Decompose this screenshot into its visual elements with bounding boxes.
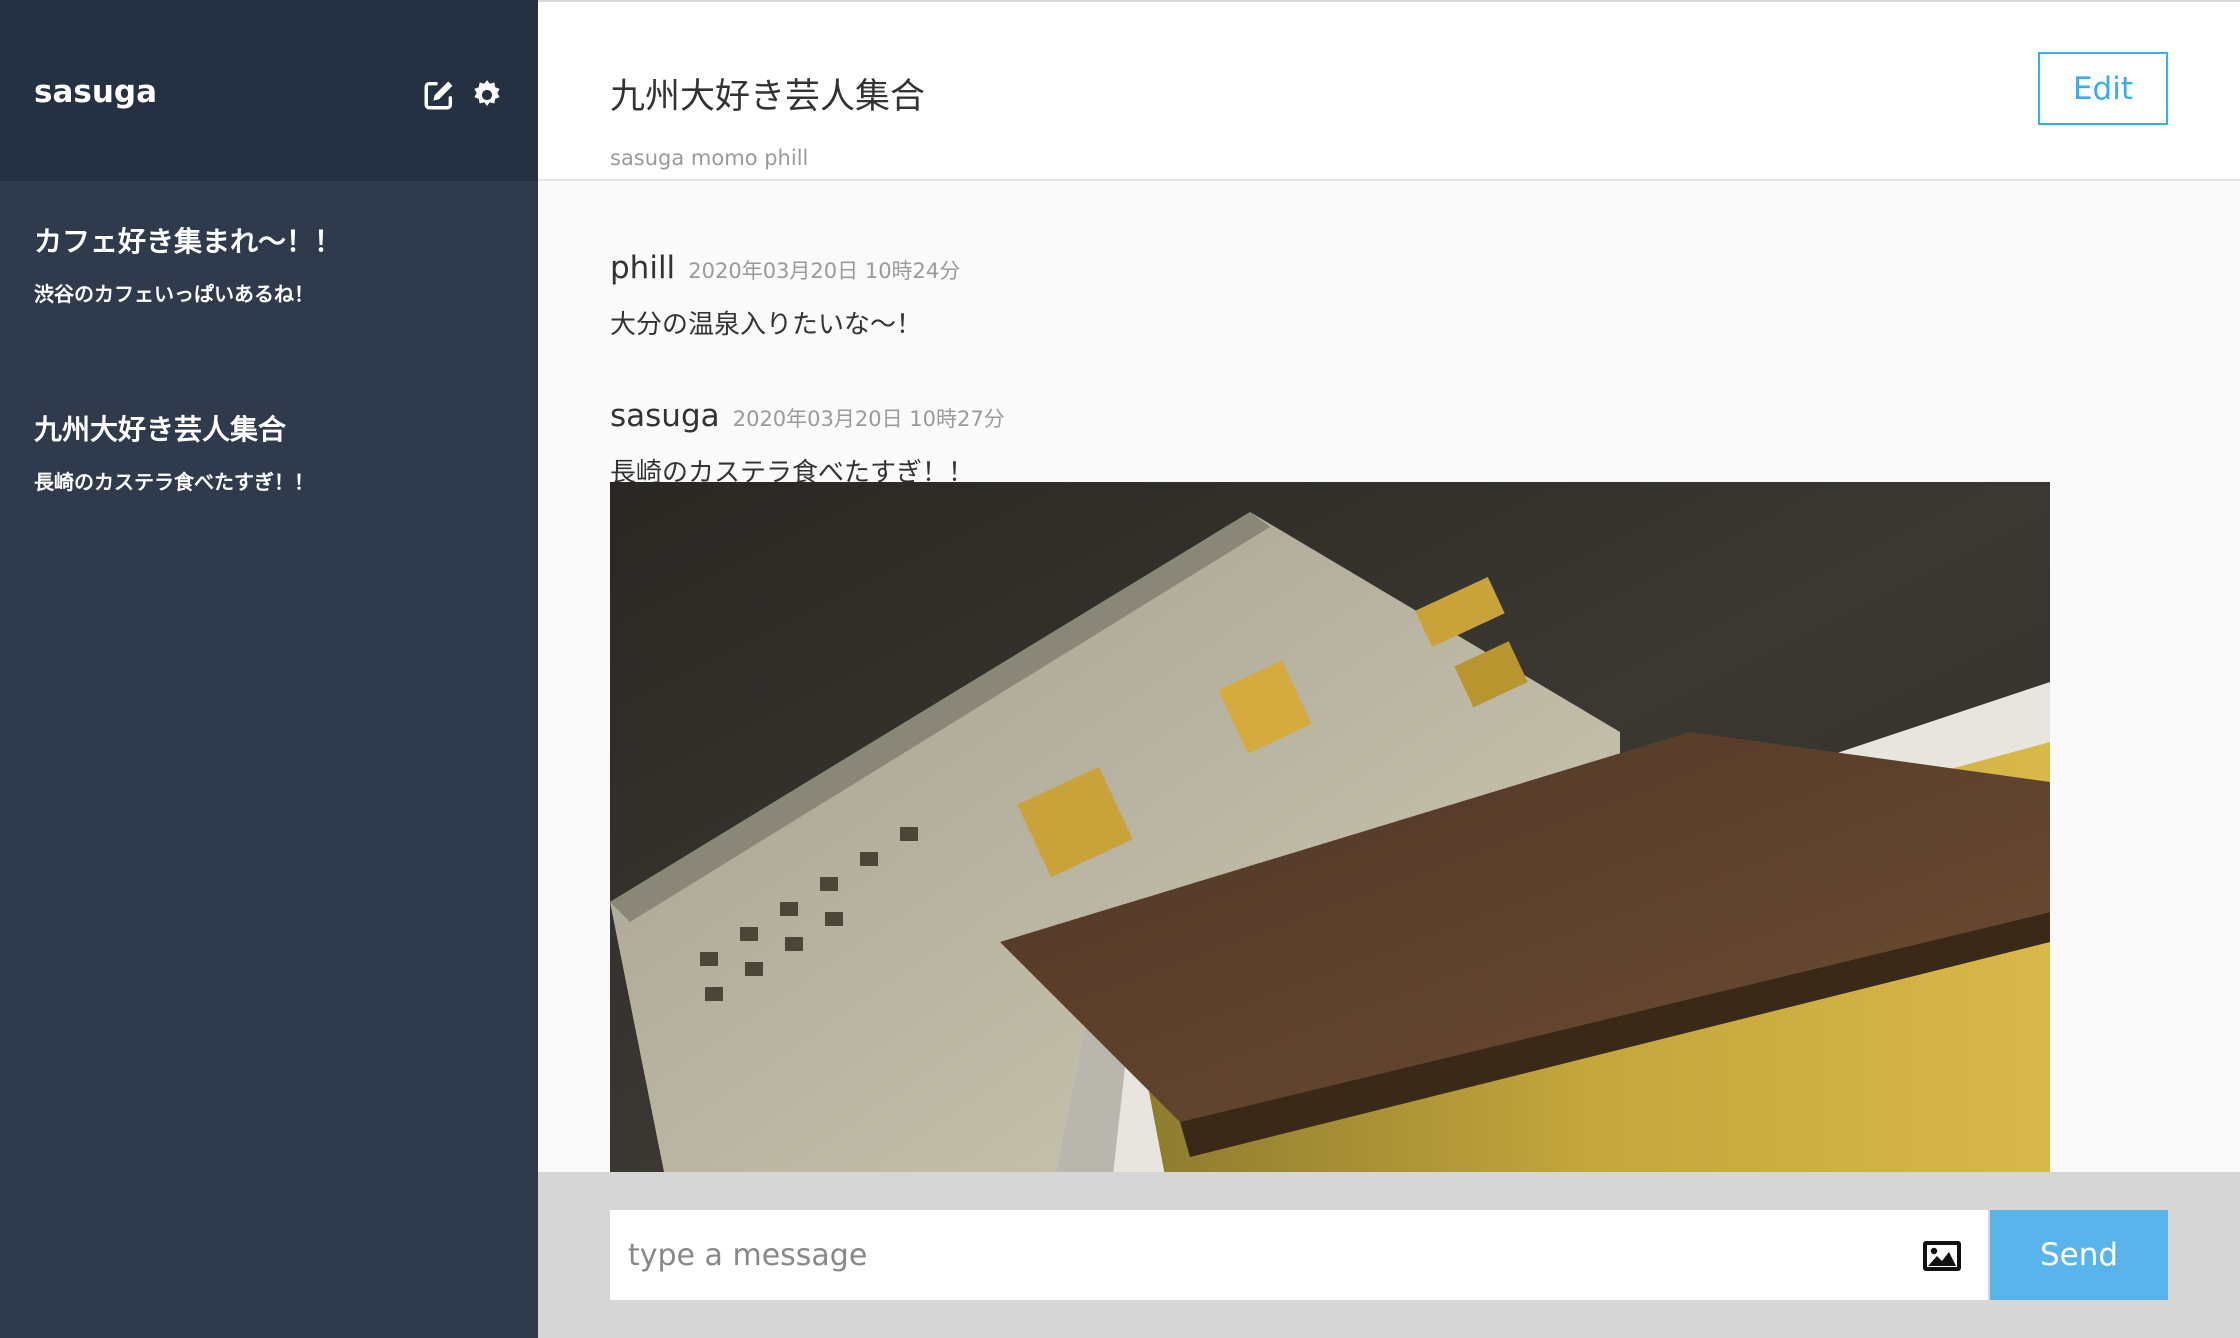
sidebar-header: sasuga (0, 0, 538, 181)
message-item: sasuga 2020年03月20日 10時27分 長崎のカステラ食べたすぎ！！ (610, 398, 2050, 489)
group-name: 九州大好き芸人集合 (34, 413, 287, 446)
message-input-wrapper (610, 1210, 1988, 1300)
message-text: 大分の温泉入りたいな〜！ (610, 310, 923, 340)
message-user: sasuga (610, 398, 720, 434)
group-last-message: 渋谷のカフェいっぱいあるね！ (34, 282, 314, 306)
edit-icon[interactable] (422, 78, 456, 112)
sidebar: sasuga カフェ好き集まれ〜！！ 渋谷のカフェいっぱいあるね！ 九州大好き芸… (0, 0, 538, 1338)
current-user-name: sasuga (34, 74, 158, 110)
message-date: 2020年03月20日 10時24分 (688, 259, 961, 283)
message-image-castella (610, 482, 2050, 1172)
message-header: phill 2020年03月20日 10時24分 (610, 250, 2050, 286)
group-item-kyushu[interactable]: 九州大好き芸人集合 長崎のカステラ食べたすぎ！！ (34, 408, 504, 495)
message-user: phill (610, 250, 676, 286)
message-form: Send (538, 1172, 2240, 1338)
group-item-cafe[interactable]: カフェ好き集まれ〜！！ 渋谷のカフェいっぱいあるね！ (34, 220, 504, 307)
chat-main: 九州大好き芸人集合 sasuga momo phill Edit phill 2… (538, 0, 2240, 1338)
gear-icon[interactable] (470, 78, 504, 112)
message-list[interactable]: phill 2020年03月20日 10時24分 大分の温泉入りたいな〜！ sa… (610, 184, 2170, 1172)
message-header: sasuga 2020年03月20日 10時27分 (610, 398, 2050, 434)
message-date: 2020年03月20日 10時27分 (732, 407, 1005, 431)
group-last-message: 長崎のカステラ食べたすぎ！！ (34, 470, 314, 494)
edit-group-button[interactable]: Edit (2038, 52, 2168, 125)
image-upload-icon[interactable] (1922, 1240, 1962, 1272)
message-item: phill 2020年03月20日 10時24分 大分の温泉入りたいな〜！ (610, 250, 2050, 341)
send-button[interactable]: Send (1990, 1210, 2168, 1300)
chat-header: 九州大好き芸人集合 sasuga momo phill Edit (538, 2, 2240, 181)
message-input[interactable] (610, 1210, 1910, 1300)
group-title: 九州大好き芸人集合 (610, 77, 926, 117)
group-name: カフェ好き集まれ〜！！ (34, 225, 343, 258)
member-list: sasuga momo phill (610, 146, 809, 170)
